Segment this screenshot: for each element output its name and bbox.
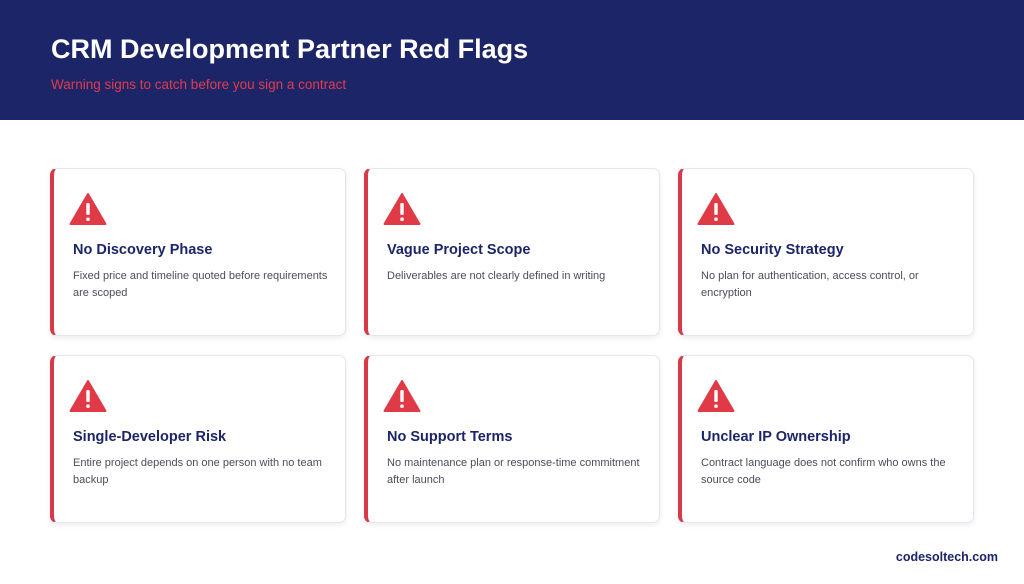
card-description: Fixed price and timeline quoted before r… [73, 270, 328, 299]
red-flag-card: No Support Terms No maintenance plan or … [364, 355, 660, 523]
red-flag-card: No Discovery Phase Fixed price and timel… [50, 168, 346, 336]
card-title: No Discovery Phase [73, 242, 213, 258]
card-title: No Security Strategy [701, 242, 844, 258]
warning-triangle-icon [69, 380, 107, 412]
red-flag-card: Single-Developer Risk Entire project dep… [50, 355, 346, 523]
card-title: Unclear IP Ownership [701, 429, 851, 445]
red-flag-card: Unclear IP Ownership Contract language d… [678, 355, 974, 523]
page-subtitle: Warning signs to catch before you sign a… [51, 77, 347, 92]
card-title: Vague Project Scope [387, 242, 531, 258]
warning-triangle-icon [69, 193, 107, 225]
red-flags-grid: No Discovery Phase Fixed price and timel… [50, 168, 974, 524]
card-description: Deliverables are not clearly defined in … [387, 270, 606, 282]
brand-footer: codesoltech.com [895, 550, 998, 564]
red-flag-card: No Security Strategy No plan for authent… [678, 168, 974, 336]
header-banner: CRM Development Partner Red Flags Warnin… [0, 0, 1024, 120]
red-flag-card: Vague Project Scope Deliverables are not… [364, 168, 660, 336]
card-description: No maintenance plan or response-time com… [387, 457, 640, 486]
card-title: Single-Developer Risk [73, 429, 227, 445]
warning-triangle-icon [697, 380, 735, 412]
card-description: No plan for authentication, access contr… [701, 270, 919, 299]
card-title: No Support Terms [387, 429, 513, 445]
card-description: Entire project depends on one person wit… [73, 457, 322, 486]
warning-triangle-icon [383, 193, 421, 225]
card-description: Contract language does not confirm who o… [701, 457, 946, 486]
warning-triangle-icon [383, 380, 421, 412]
page-title: CRM Development Partner Red Flags [51, 34, 529, 64]
warning-triangle-icon [697, 193, 735, 225]
